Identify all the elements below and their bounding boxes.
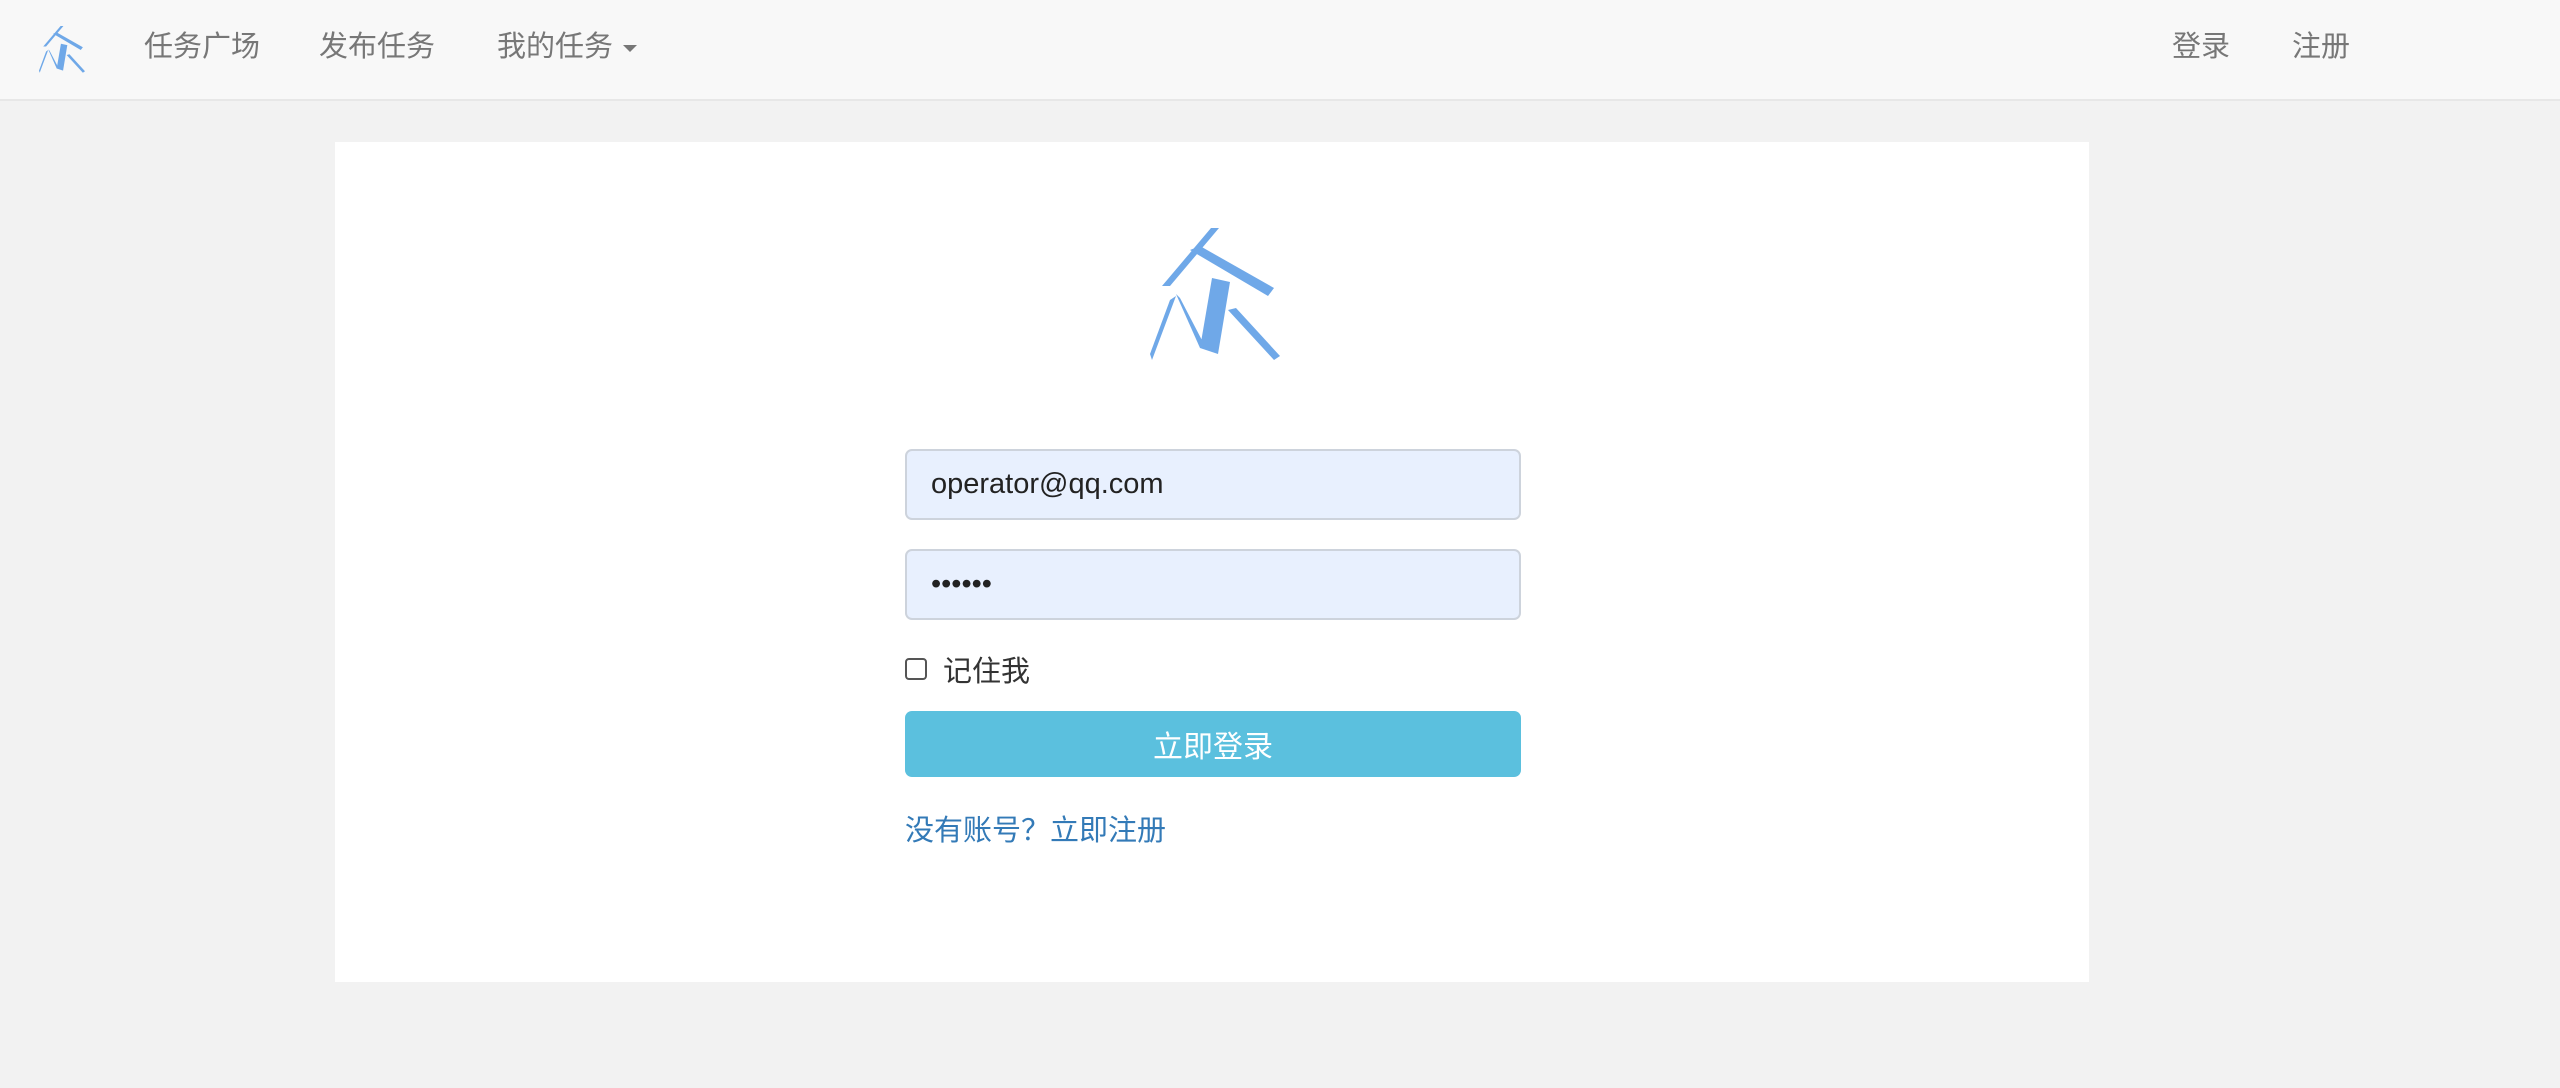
- remember-me-checkbox[interactable]: [905, 658, 927, 680]
- nav-my-tasks-label: 我的任务: [497, 29, 614, 63]
- nav-my-tasks-dropdown[interactable]: 我的任务: [497, 28, 638, 64]
- email-field[interactable]: [905, 449, 1521, 520]
- top-navbar: 任务广场 发布任务 我的任务 登录 注册: [0, 0, 2560, 101]
- login-submit-button[interactable]: 立即登录: [905, 711, 1521, 777]
- nav-login[interactable]: 登录: [2172, 28, 2230, 64]
- remember-me-label: 记住我: [943, 654, 1031, 688]
- register-link[interactable]: 没有账号？立即注册: [905, 807, 1166, 849]
- zhong-logo-icon[interactable]: [39, 24, 85, 74]
- zhong-logo-icon: [1150, 228, 1280, 360]
- nav-task-square[interactable]: 任务广场: [144, 28, 260, 64]
- password-field[interactable]: [905, 549, 1521, 620]
- nav-register[interactable]: 注册: [2292, 28, 2350, 64]
- nav-publish-task[interactable]: 发布任务: [319, 28, 435, 64]
- remember-me-row: 记住我: [905, 649, 1030, 689]
- login-card: 记住我 立即登录 没有账号？立即注册: [335, 142, 2089, 982]
- caret-down-icon: [623, 44, 638, 52]
